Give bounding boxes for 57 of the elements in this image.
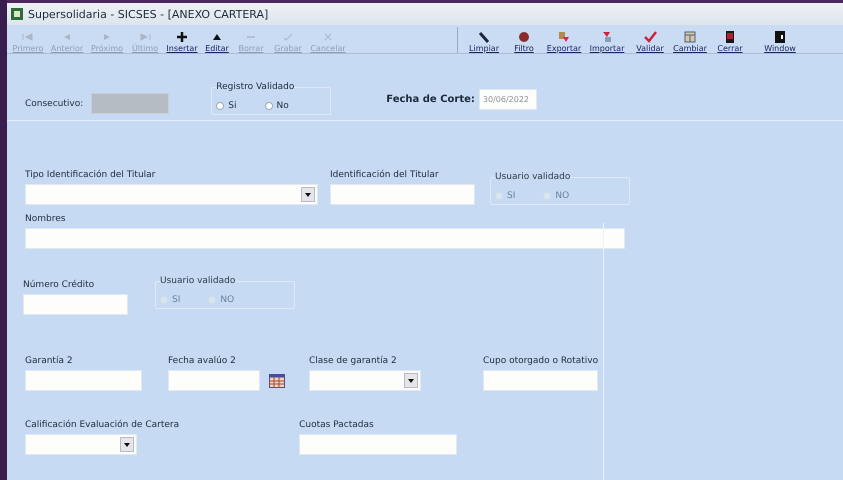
toolbar-button[interactable]: Window [750,25,810,53]
toolbar-button[interactable]: Validar [630,25,670,53]
field-label: Identificación del Titular [330,169,440,181]
plus-icon [175,31,189,43]
text-field[interactable] [23,294,128,315]
text-field[interactable] [299,434,458,455]
dropdown-button[interactable] [404,373,418,388]
dropdown-field[interactable] [25,184,318,205]
dropdown-button[interactable] [301,187,315,202]
caret-icon [124,442,130,446]
radio-option[interactable]: Si [216,101,236,111]
table-icon [683,31,697,43]
filter-icon [517,31,531,43]
check-icon [281,31,295,43]
field-label: Consecutivo: [25,98,84,110]
toolbar-button[interactable]: Cambiar [670,25,710,53]
toolbar-button[interactable]: Limpiar [464,25,504,53]
field-label: Cupo otorgado o Rotativo [483,355,598,367]
toolbar-button[interactable]: Exportar [544,25,584,53]
dropdown-field[interactable] [309,370,421,391]
window-title: Supersolidaria - SICSES - [ANEXO CARTERA] [28,8,268,20]
last-arrow-icon [138,31,152,43]
field-label: Tipo Identificación del Titular [25,169,156,181]
import-icon [600,31,614,43]
field-label: Garantía 2 [25,355,74,367]
field-label: Número Crédito [23,279,96,291]
field-label: Cuotas Pactadas [299,419,375,431]
toolbar-button[interactable]: Insertar [163,25,201,53]
radio-button[interactable] [264,102,272,110]
window-icon [773,31,787,43]
radio-button[interactable] [216,102,224,110]
text-field[interactable] [25,370,142,391]
calendar-icon[interactable] [269,374,285,388]
toolbar-button[interactable]: Importar [584,25,630,53]
first-arrow-icon [21,31,35,43]
export-icon [557,31,571,43]
radio-option[interactable]: No [264,101,289,111]
field-label: Nombres [25,213,66,225]
text-field[interactable] [330,184,475,205]
dropdown-button[interactable] [120,437,134,452]
check-icon [643,31,657,43]
toolbar-button[interactable]: Filtro [504,25,544,53]
app-icon [11,8,23,20]
caret-icon [408,378,414,382]
date-field[interactable] [168,370,260,391]
dropdown-field[interactable] [25,434,137,455]
caret-icon [305,192,311,196]
group-label: Registro Validado [216,81,294,93]
field-label: Clase de garantía 2 [309,355,398,367]
brush-icon [477,31,491,43]
toolbar-button[interactable]: Editar [201,25,233,53]
field-label: Fecha avalúo 2 [168,355,237,367]
field-label: Calificación Evaluación de Cartera [25,419,180,431]
text-field[interactable] [25,228,625,249]
text-field[interactable] [483,370,598,391]
field-label: Fecha de Corte: [386,94,475,106]
toolbar-button[interactable]: Cerrar [710,25,750,53]
